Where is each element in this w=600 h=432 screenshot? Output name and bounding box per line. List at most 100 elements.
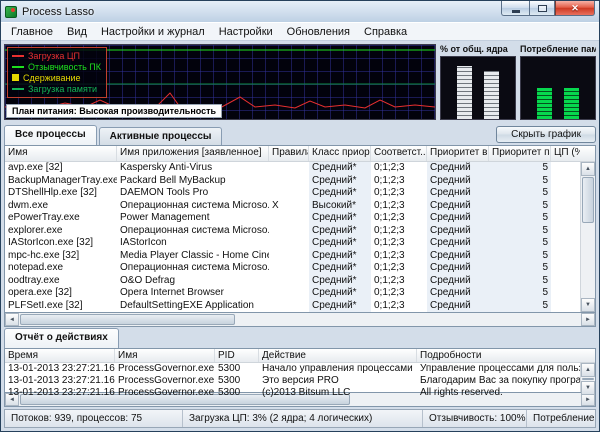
column-header-6[interactable]: Приоритет па... [489, 146, 551, 161]
cell: Opera Internet Browser [117, 287, 269, 300]
log-cell: 13-01-2013 23:27:21.160 [5, 375, 115, 387]
app-icon [5, 6, 17, 18]
menu-item-5[interactable]: Справка [357, 24, 414, 40]
minimize-button[interactable] [501, 1, 529, 16]
cell: 0;1;2;3 [371, 237, 427, 250]
log-column-header-2[interactable]: PID [215, 349, 259, 362]
tab-action-log[interactable]: Отчёт о действиях [4, 328, 119, 348]
log-column-header-1[interactable]: Имя [115, 349, 215, 362]
cell: 5 [489, 175, 551, 188]
cell: explorer.exe [5, 225, 117, 238]
menu-item-4[interactable]: Обновления [280, 24, 357, 40]
cell: Kaspersky Anti-Virus [117, 162, 269, 175]
menu-item-0[interactable]: Главное [4, 24, 60, 40]
table-row[interactable]: ePowerTray.exePower ManagementСредний*0;… [5, 212, 580, 225]
cell: Средний [427, 250, 489, 263]
hscroll-track[interactable] [236, 313, 581, 326]
table-row[interactable]: notepad.exeОперационная система Microso.… [5, 262, 580, 275]
vscroll-track[interactable] [581, 224, 595, 298]
process-table: ИмяИмя приложения [заявленное]ПравилаКла… [4, 145, 596, 313]
log-cell: ProcessGovernor.exe [115, 363, 215, 375]
log-vscrollbar[interactable]: ▲ ▼ [580, 363, 595, 392]
cell: 0;1;2;3 [371, 200, 427, 213]
legend-marker-icon [12, 74, 19, 81]
cell [269, 162, 309, 175]
scroll-right-icon[interactable]: ► [581, 313, 595, 326]
close-button[interactable]: ✕ [555, 1, 595, 16]
table-row[interactable]: DTShellHlp.exe [32]DAEMON Tools ProСредн… [5, 187, 580, 200]
log-row[interactable]: 13-01-2013 23:27:21.160ProcessGovernor.e… [5, 363, 580, 375]
cell: 0;1;2;3 [371, 225, 427, 238]
memory-bar [537, 88, 552, 119]
table-row[interactable]: dwm.exeОперационная система Microso...XВ… [5, 200, 580, 213]
table-row[interactable]: mpc-hc.exe [32]Media Player Classic - Ho… [5, 250, 580, 263]
statusbar: Потоков: 939, процессов: 75Загрузка ЦП: … [4, 409, 596, 428]
log-column-header-3[interactable]: Действие [259, 349, 417, 362]
scroll-up-icon[interactable]: ▲ [581, 363, 595, 377]
cell: Средний [427, 237, 489, 250]
tab-active-processes[interactable]: Активные процессы [99, 127, 223, 145]
log-cell: ProcessGovernor.exe [115, 387, 215, 399]
tab-all-processes[interactable]: Все процессы [4, 125, 97, 145]
cell: 5 [489, 300, 551, 313]
cell: Средний* [309, 175, 371, 188]
scroll-down-icon[interactable]: ▼ [581, 381, 595, 395]
menu-item-1[interactable]: Вид [60, 24, 94, 40]
column-header-0[interactable]: Имя [5, 146, 117, 161]
vscroll-thumb[interactable] [582, 177, 594, 223]
cell: BackupManagerTray.exe [32] [5, 175, 117, 188]
main-area: Загрузка ЦПОтзывчивость ПКСдерживаниеЗаг… [1, 41, 599, 431]
hscroll-thumb[interactable] [20, 314, 235, 325]
column-header-1[interactable]: Имя приложения [заявленное] [117, 146, 269, 161]
scroll-down-icon[interactable]: ▼ [581, 298, 595, 312]
process-table-vscrollbar[interactable]: ▲ ▼ [580, 162, 595, 312]
hide-graph-button[interactable]: Скрыть график [496, 126, 596, 143]
cell: 0;1;2;3 [371, 300, 427, 313]
scroll-up-icon[interactable]: ▲ [581, 162, 595, 176]
cell: Операционная система Microso... [117, 262, 269, 275]
table-row[interactable]: avp.exe [32]Kaspersky Anti-VirusСредний*… [5, 162, 580, 175]
cell: 5 [489, 162, 551, 175]
table-row[interactable]: oodtray.exeO&O DefragСредний*0;1;2;3Сред… [5, 275, 580, 288]
cell: Средний [427, 225, 489, 238]
table-row[interactable]: IAStorIcon.exe [32]IAStorIconСредний*0;1… [5, 237, 580, 250]
vscroll-thumb[interactable] [582, 378, 594, 380]
cell: Средний* [309, 300, 371, 313]
graph-legend: Загрузка ЦПОтзывчивость ПКСдерживаниеЗаг… [7, 47, 107, 98]
titlebar[interactable]: Process Lasso ✕ [1, 1, 599, 22]
cell [551, 262, 580, 275]
column-header-2[interactable]: Правила [269, 146, 309, 161]
performance-graph: Загрузка ЦПОтзывчивость ПКСдерживаниеЗаг… [4, 44, 436, 120]
log-column-header-4[interactable]: Подробности [417, 349, 580, 362]
column-header-5[interactable]: Приоритет в... [427, 146, 489, 161]
menu-item-3[interactable]: Настройки [212, 24, 280, 40]
legend-item: Отзывчивость ПК [12, 61, 101, 72]
graph-section: Загрузка ЦПОтзывчивость ПКСдерживаниеЗаг… [4, 44, 596, 120]
log-column-header-0[interactable]: Время [5, 349, 115, 362]
log-row[interactable]: 13-01-2013 23:27:21.160ProcessGovernor.e… [5, 375, 580, 387]
cell: dwm.exe [5, 200, 117, 213]
table-row[interactable]: BackupManagerTray.exe [32]Packard Bell M… [5, 175, 580, 188]
scroll-left-icon[interactable]: ◄ [5, 313, 19, 326]
log-row[interactable]: 13-01-2013 23:27:21.160ProcessGovernor.e… [5, 387, 580, 399]
cell: 5 [489, 275, 551, 288]
table-row[interactable]: opera.exe [32]Opera Internet BrowserСред… [5, 287, 580, 300]
cell [269, 225, 309, 238]
log-cell: Управление процессами для пользователей! [417, 363, 580, 375]
maximize-button[interactable] [529, 1, 555, 16]
table-row[interactable]: PLFSetI.exe [32]DefaultSettingEXE Applic… [5, 300, 580, 313]
cell: notepad.exe [5, 262, 117, 275]
cell: IAStorIcon.exe [32] [5, 237, 117, 250]
table-row[interactable]: explorer.exeОперационная система Microso… [5, 225, 580, 238]
menu-item-2[interactable]: Настройки и журнал [94, 24, 212, 40]
column-header-4[interactable]: Соответст... [371, 146, 427, 161]
column-header-7[interactable]: ЦП (%) [551, 146, 580, 161]
log-table-body: 13-01-2013 23:27:21.160ProcessGovernor.e… [5, 363, 595, 399]
process-table-body: avp.exe [32]Kaspersky Anti-VirusСредний*… [5, 162, 595, 312]
maximize-icon [538, 5, 547, 12]
column-header-3[interactable]: Класс приор... [309, 146, 371, 161]
cell: oodtray.exe [5, 275, 117, 288]
cell: mpc-hc.exe [32] [5, 250, 117, 263]
log-cell: 5300 [215, 375, 259, 387]
process-table-hscrollbar[interactable]: ◄ ► [4, 313, 596, 327]
